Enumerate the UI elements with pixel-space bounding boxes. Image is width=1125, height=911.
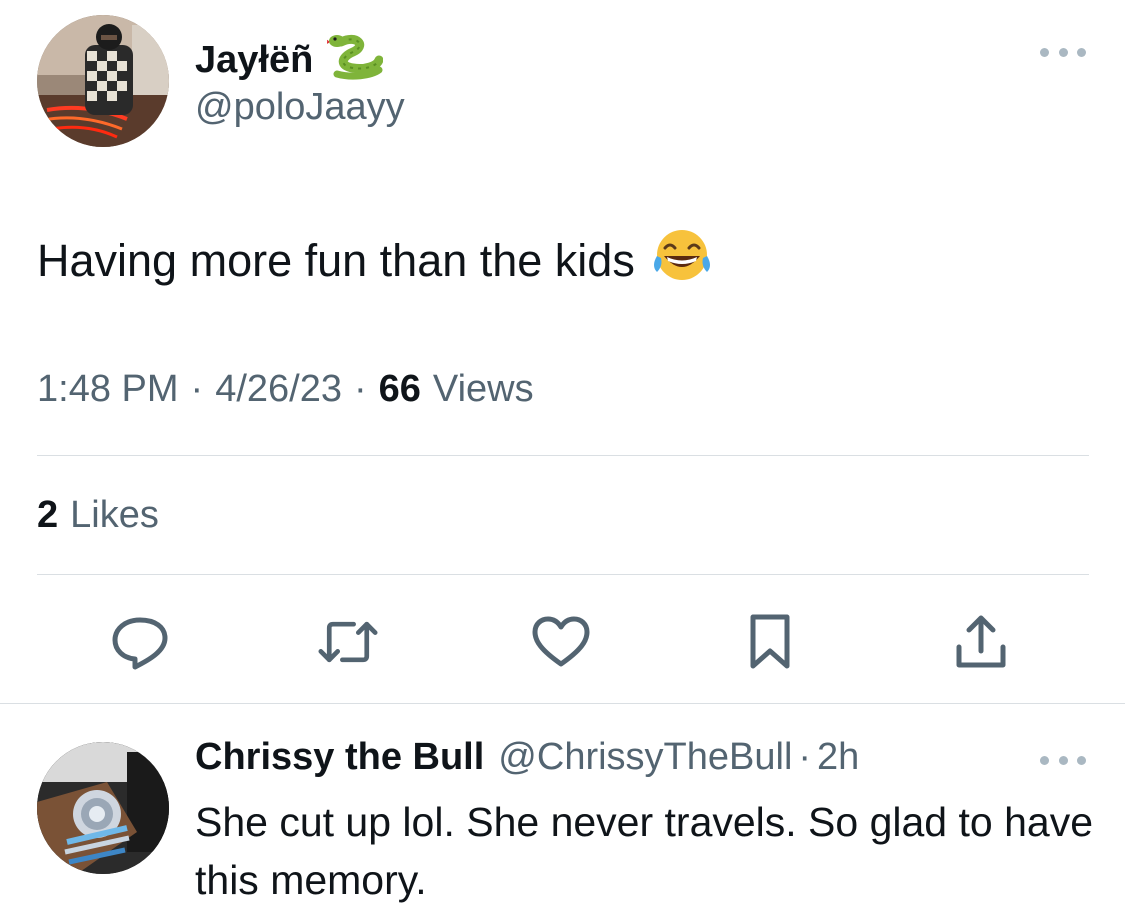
reply-author-name[interactable]: Chrissy the Bull (195, 736, 484, 779)
reply-time[interactable]: 2h (817, 736, 859, 779)
tweet-date[interactable]: 4/26/23 (215, 368, 342, 411)
likes-count: 2 (37, 494, 59, 536)
snake-emoji-icon (324, 30, 384, 90)
divider (0, 703, 1125, 704)
reply-author-handle[interactable]: @ChrissyTheBull (498, 736, 792, 779)
likes-summary[interactable]: 2 Likes (37, 494, 159, 537)
bookmark-button[interactable] (740, 612, 800, 672)
likes-label: Likes (70, 494, 159, 536)
meta-separator: · (353, 368, 367, 410)
heart-icon (532, 616, 590, 667)
views-label: Views (432, 368, 534, 410)
like-button[interactable] (531, 612, 591, 672)
reply-header: Chrissy the Bull @ChrissyTheBull · 2h (195, 736, 859, 779)
tweet-text-content: Having more fun than the kids (37, 234, 635, 286)
author-handle[interactable]: @poloJaayy (195, 86, 405, 129)
tweet-text: Having more fun than the kids (37, 226, 713, 295)
author-name[interactable]: Jayłëñ (195, 30, 384, 90)
author-name-text: Jayłëñ (195, 38, 314, 81)
meta-separator: · (190, 368, 204, 410)
reply-text: She cut up lol. She never travels. So gl… (195, 799, 1093, 903)
bookmark-icon (750, 614, 790, 669)
reply-more-options-icon[interactable] (1040, 752, 1086, 768)
reply-icon (112, 617, 168, 670)
share-icon (956, 615, 1006, 668)
reply-button[interactable] (110, 612, 170, 672)
divider (37, 455, 1089, 456)
views-count: 66 (378, 368, 421, 410)
more-options-icon[interactable] (1040, 44, 1086, 60)
tweet-meta: 1:48 PM · 4/26/23 · 66 Views (37, 368, 534, 411)
tweet-time[interactable]: 1:48 PM (37, 368, 179, 411)
tears-of-joy-emoji-icon (651, 226, 713, 295)
reply-author-avatar[interactable] (37, 742, 169, 874)
author-avatar[interactable] (37, 15, 169, 147)
retweet-icon (318, 621, 378, 663)
divider (37, 574, 1089, 575)
retweet-button[interactable] (318, 612, 378, 672)
share-button[interactable] (951, 612, 1011, 672)
reply-separator: · (798, 736, 812, 778)
